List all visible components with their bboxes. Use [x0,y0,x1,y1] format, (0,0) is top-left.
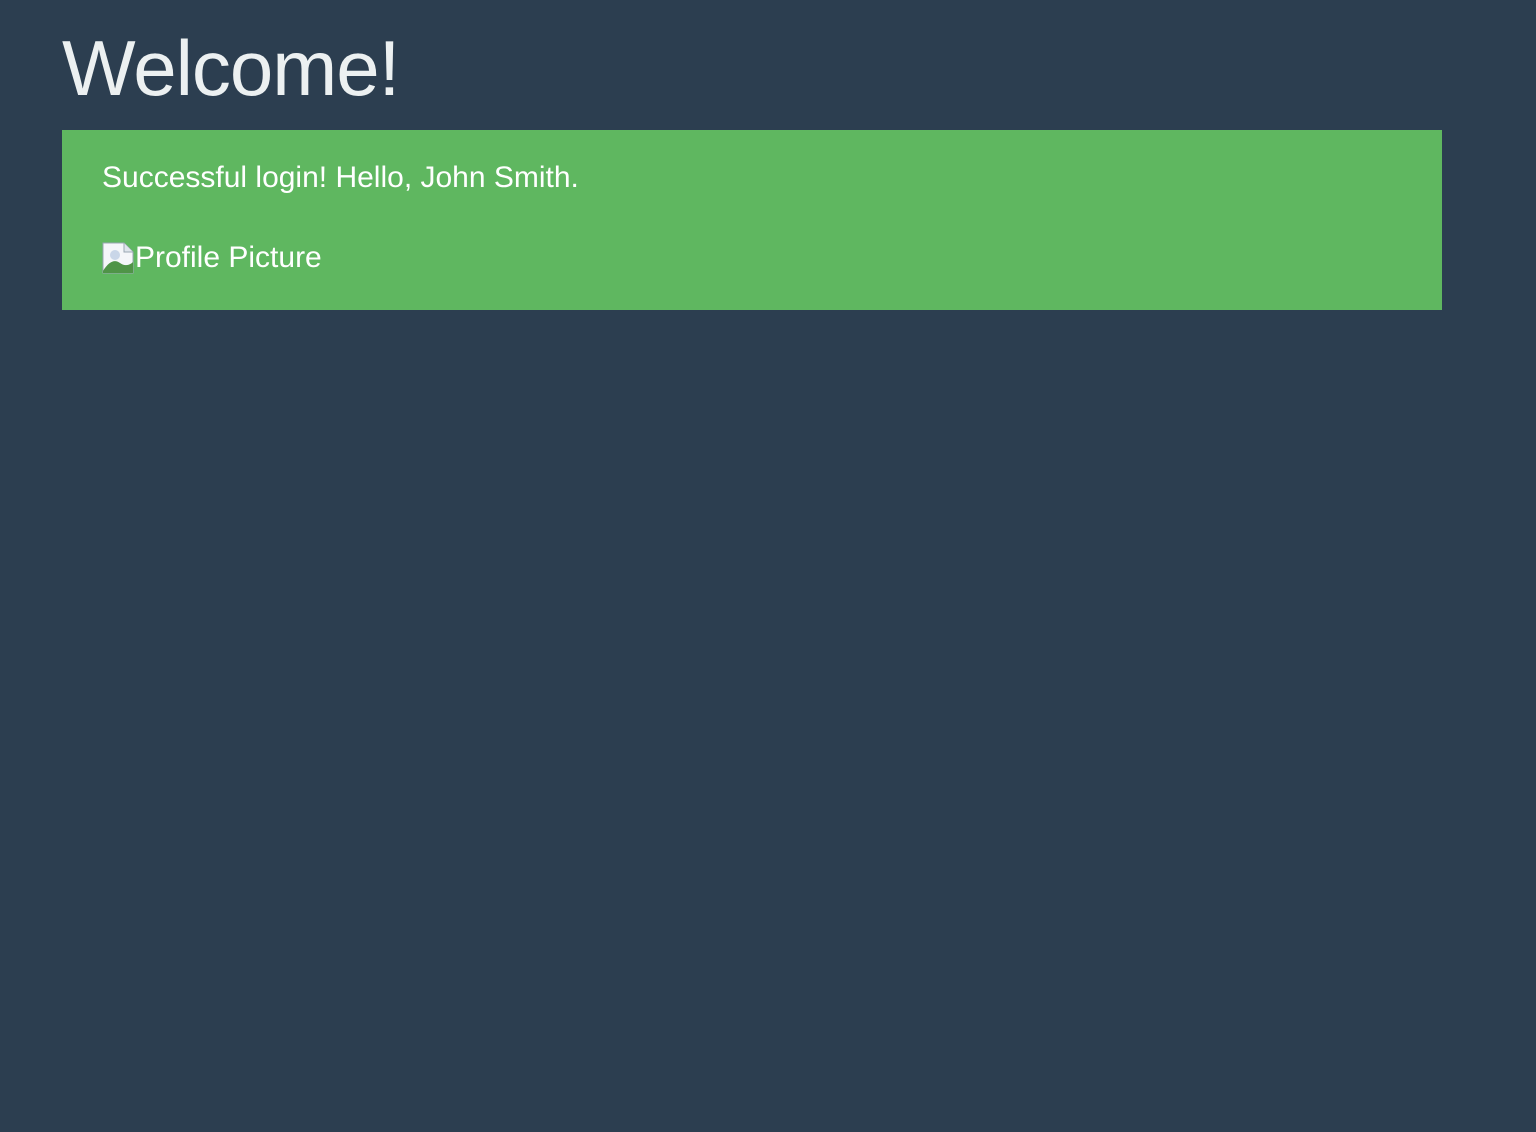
success-alert: Successful login! Hello, John Smith. Pro… [62,130,1442,310]
login-success-message: Successful login! Hello, John Smith. [102,161,579,194]
profile-picture: Profile Picture [102,238,322,278]
profile-picture-alt-text: Profile Picture [135,241,322,274]
broken-image-icon [102,242,134,274]
page-title: Welcome! [62,24,400,112]
